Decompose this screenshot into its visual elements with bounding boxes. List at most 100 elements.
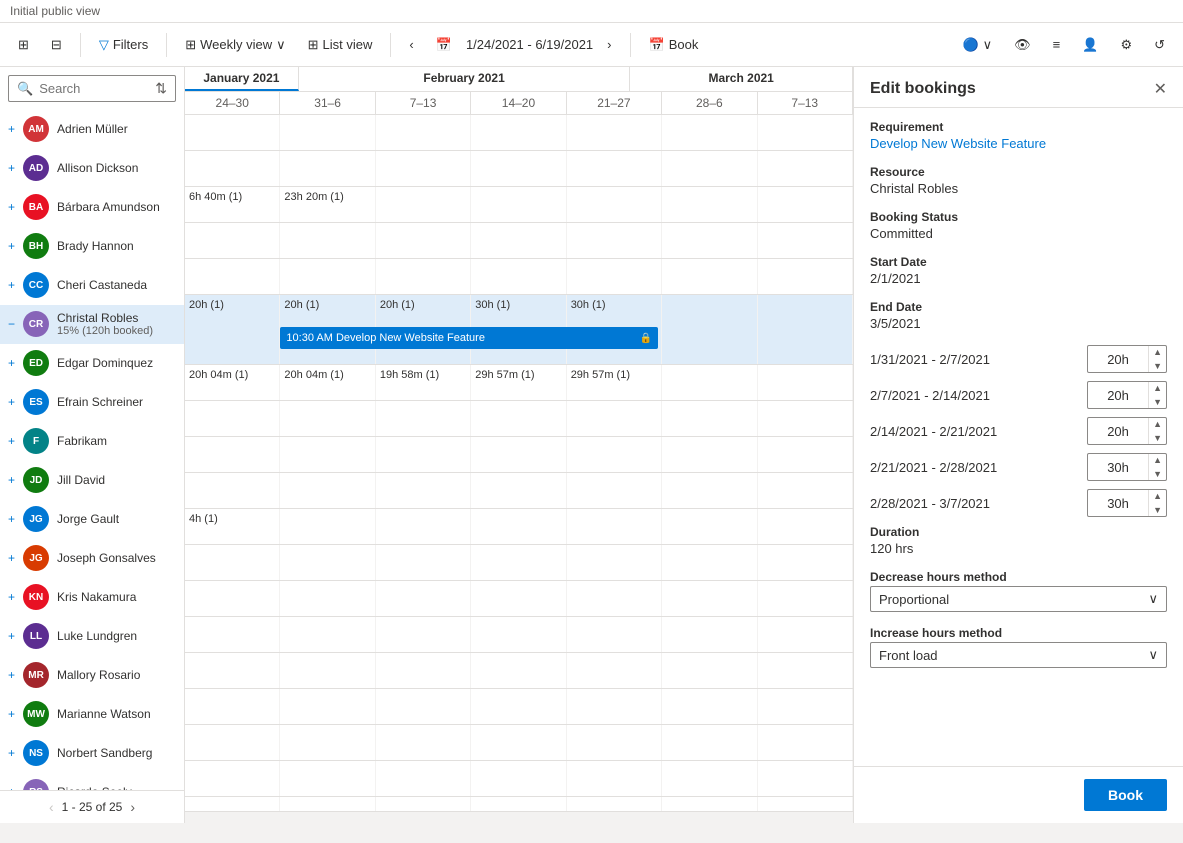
calendar-cell[interactable]	[758, 437, 853, 472]
calendar-cell[interactable]	[662, 187, 757, 222]
hours-up-button[interactable]: ▲	[1149, 453, 1166, 467]
hours-up-button[interactable]: ▲	[1149, 345, 1166, 359]
calendar-cell[interactable]	[471, 437, 566, 472]
expand-icon[interactable]: +	[8, 356, 15, 370]
calendar-cell[interactable]	[758, 295, 853, 364]
calendar-cell[interactable]	[185, 437, 280, 472]
calendar-cell[interactable]	[567, 187, 662, 222]
calendar-cell[interactable]	[758, 725, 853, 760]
hours-up-button[interactable]: ▲	[1149, 417, 1166, 431]
calendar-cell[interactable]	[376, 509, 471, 544]
calendar-cell[interactable]	[662, 223, 757, 258]
calendar-cell[interactable]	[376, 581, 471, 616]
calendar-cell[interactable]	[280, 761, 375, 796]
calendar-cell[interactable]	[471, 151, 566, 186]
resource-item[interactable]: +NSNorbert Sandberg	[0, 734, 184, 773]
calendar-cell[interactable]	[662, 437, 757, 472]
resource-item[interactable]: +BABárbara Amundson	[0, 188, 184, 227]
prev-page-button[interactable]: ‹	[49, 799, 54, 815]
calendar-cell[interactable]: 29h 57m (1)	[567, 365, 662, 400]
calendar-cell[interactable]	[567, 473, 662, 508]
calendar-cell[interactable]	[567, 259, 662, 294]
persona-button[interactable]: 🔵 ∨	[954, 33, 1000, 57]
expand-icon[interactable]: +	[8, 239, 15, 253]
calendar-cell[interactable]	[376, 223, 471, 258]
prev-date-button[interactable]: ‹	[401, 33, 421, 56]
hours-input-box[interactable]: 20h▲▼	[1087, 417, 1167, 445]
expand-icon[interactable]: +	[8, 629, 15, 643]
calendar-cell[interactable]	[376, 797, 471, 811]
calendar-cell[interactable]	[758, 653, 853, 688]
calendar-cell[interactable]	[662, 365, 757, 400]
expand-icon[interactable]: +	[8, 707, 15, 721]
calendar-cell[interactable]	[471, 187, 566, 222]
calendar-cell[interactable]: 20h (1)	[185, 295, 280, 364]
resource-item[interactable]: +FFabrikam	[0, 422, 184, 461]
calendar-cell[interactable]	[185, 725, 280, 760]
calendar-cell[interactable]	[471, 653, 566, 688]
calendar-cell[interactable]	[376, 761, 471, 796]
hours-input-box[interactable]: 20h▲▼	[1087, 381, 1167, 409]
calendar-cell[interactable]	[758, 581, 853, 616]
resource-item[interactable]: +MWMarianne Watson	[0, 695, 184, 734]
calendar-cell[interactable]	[280, 689, 375, 724]
list-view-button[interactable]: ⊞ List view	[300, 33, 381, 57]
calendar-cell[interactable]: 6h 40m (1)	[185, 187, 280, 222]
sort-icon[interactable]: ⇅	[155, 80, 167, 97]
resource-item[interactable]: +BHBrady Hannon	[0, 227, 184, 266]
calendar-cell[interactable]	[567, 725, 662, 760]
hours-down-button[interactable]: ▼	[1149, 431, 1166, 445]
calendar-cell[interactable]	[567, 223, 662, 258]
requirement-value[interactable]: Develop New Website Feature	[870, 136, 1167, 151]
calendar-cell[interactable]	[376, 653, 471, 688]
calendar-cell[interactable]	[280, 581, 375, 616]
calendar-cell[interactable]	[376, 401, 471, 436]
calendar-cell[interactable]	[280, 617, 375, 652]
calendar-cell[interactable]	[471, 617, 566, 652]
resource-item[interactable]: +RSRicardo Seely	[0, 773, 184, 790]
calendar-cell[interactable]	[280, 115, 375, 150]
calendar-cell[interactable]	[662, 761, 757, 796]
expand-icon[interactable]: +	[8, 668, 15, 682]
weekly-view-button[interactable]: ⊞ Weekly view ∨	[177, 33, 293, 57]
calendar-cell[interactable]	[376, 259, 471, 294]
calendar-cell[interactable]	[471, 473, 566, 508]
calendar-cell[interactable]	[280, 151, 375, 186]
calendar-cell[interactable]	[185, 401, 280, 436]
calendar-cell[interactable]	[185, 653, 280, 688]
calendar-cell[interactable]	[758, 259, 853, 294]
calendar-cell[interactable]	[185, 797, 280, 811]
settings-button[interactable]: ⚙	[1112, 33, 1140, 57]
calendar-cell[interactable]	[185, 617, 280, 652]
expand-icon[interactable]: +	[8, 122, 15, 136]
calendar-cell[interactable]	[567, 151, 662, 186]
calendar-cell[interactable]	[758, 365, 853, 400]
next-date-button[interactable]: ›	[599, 33, 619, 56]
resource-item[interactable]: +KNKris Nakamura	[0, 578, 184, 617]
calendar-cell[interactable]	[185, 259, 280, 294]
calendar-cell[interactable]	[662, 509, 757, 544]
filters-button[interactable]: ▽ Filters	[91, 33, 156, 57]
hours-input-box[interactable]: 30h▲▼	[1087, 453, 1167, 481]
calendar-cell[interactable]	[471, 401, 566, 436]
hours-up-button[interactable]: ▲	[1149, 489, 1166, 503]
calendar-cell[interactable]	[471, 725, 566, 760]
expand-icon[interactable]: +	[8, 590, 15, 604]
columns-button[interactable]: ≡	[1045, 33, 1069, 56]
calendar-cell[interactable]	[567, 581, 662, 616]
calendar-cell[interactable]	[280, 797, 375, 811]
hours-down-button[interactable]: ▼	[1149, 467, 1166, 481]
search-input[interactable]	[39, 81, 149, 96]
search-box[interactable]: 🔍 ⇅	[8, 75, 176, 102]
calendar-cell[interactable]	[471, 545, 566, 580]
calendar-cell[interactable]	[758, 151, 853, 186]
close-panel-button[interactable]: ✕	[1154, 79, 1167, 99]
calendar-cell[interactable]	[185, 689, 280, 724]
resource-item[interactable]: −CRChristal Robles15% (120h booked)	[0, 305, 184, 344]
refresh-button[interactable]: ↺	[1146, 33, 1173, 57]
calendar-cell[interactable]	[758, 761, 853, 796]
calendar-cell[interactable]	[662, 473, 757, 508]
calendar-cell[interactable]	[185, 545, 280, 580]
calendar-cell[interactable]	[185, 761, 280, 796]
calendar-cell[interactable]	[185, 473, 280, 508]
